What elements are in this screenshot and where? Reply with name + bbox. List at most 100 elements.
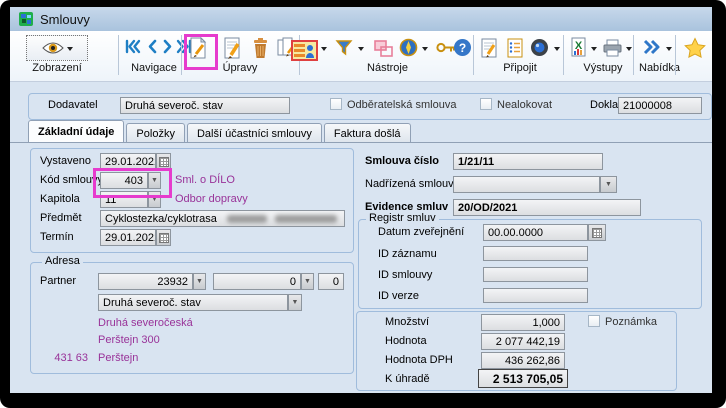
adresa-line1: Druhá severočeská — [98, 317, 193, 329]
chevron-down-icon — [321, 47, 327, 54]
edit-record-button[interactable] — [222, 36, 242, 60]
predmet-value: Cyklostezka/cyklotrasa — [105, 213, 217, 225]
toolbar-separator — [675, 35, 676, 75]
termin-label: Termín — [40, 231, 74, 243]
title-bar: Smlouvy — [10, 7, 712, 32]
svg-text:?: ? — [459, 41, 466, 55]
redacted-text — [275, 215, 337, 223]
hodnota-field[interactable]: 2 077 442,19 — [481, 333, 565, 350]
partner-org1-field[interactable]: 0 — [213, 273, 301, 290]
excel-export-button[interactable]: X — [570, 37, 587, 58]
document-list-icon — [506, 37, 524, 59]
camera-button[interactable] — [530, 38, 549, 57]
id-smlouvy-field[interactable] — [483, 267, 588, 282]
evidence-field[interactable]: 20/OD/2021 — [453, 199, 641, 216]
mnozstvi-field[interactable]: 1,000 — [481, 314, 565, 331]
excel-export-icon: X — [570, 37, 587, 58]
datum-zverejneni-field[interactable]: 00.00.0000 — [483, 224, 588, 241]
print-icon — [602, 39, 623, 57]
toolbar-separator — [473, 35, 474, 75]
note-icon — [480, 37, 498, 59]
smlouva-cislo-label: Smlouva číslo — [365, 155, 439, 167]
print-button[interactable] — [602, 39, 623, 57]
kapitola-info: Odbor dopravy — [175, 193, 248, 205]
nadrizena-dropdown[interactable]: ▼ — [600, 176, 617, 193]
doklad-field[interactable]: 21000008 — [618, 97, 702, 114]
odberatelska-checkbox[interactable] — [330, 98, 342, 110]
compass-icon — [399, 38, 418, 57]
eye-icon — [41, 41, 65, 55]
filter-dropdown[interactable] — [356, 45, 364, 52]
smlouva-cislo-field[interactable]: 1/21/11 — [453, 153, 603, 170]
screenshot-frame: Smlouvy Zobrazení Navigace — [0, 0, 726, 408]
nadrizena-field[interactable] — [453, 176, 600, 193]
next-record-icon — [162, 39, 174, 54]
tab-faktura-dosla[interactable]: Faktura došlá — [324, 123, 411, 143]
view-button[interactable] — [26, 35, 88, 61]
toolbar-group-label: Nabídka — [632, 62, 687, 74]
calendar-icon — [159, 157, 169, 167]
partner-name-dropdown[interactable]: ▼ — [288, 294, 302, 311]
relations-button[interactable] — [374, 40, 393, 57]
partner-name-field[interactable]: Druhá severoč. stav — [98, 294, 288, 311]
browse-table-dropdown[interactable] — [319, 45, 327, 52]
predmet-field[interactable]: Cyklostezka/cyklotrasa — [100, 210, 345, 227]
poznamka-checkbox[interactable] — [588, 315, 600, 327]
browse-table-button[interactable] — [291, 40, 318, 61]
termin-field[interactable]: 29.01.2021 — [100, 229, 156, 246]
camera-dropdown[interactable] — [552, 45, 560, 52]
previous-record-button[interactable] — [146, 39, 158, 54]
id-zaznamu-field[interactable] — [483, 246, 588, 261]
menu-dropdown[interactable] — [664, 45, 672, 52]
filter-button[interactable] — [335, 39, 353, 56]
kapitola-label: Kapitola — [40, 193, 80, 205]
excel-dropdown[interactable] — [589, 45, 597, 52]
toolbar-group-label: Připojit — [475, 62, 565, 74]
menu-button[interactable] — [642, 39, 662, 55]
menu-chevrons-icon — [642, 39, 662, 55]
toolbar-group-label: Navigace — [118, 62, 190, 74]
toolbar-group-label: Výstupy — [563, 62, 643, 74]
partner-code-dropdown[interactable]: ▼ — [193, 273, 206, 290]
adresa-zip: 431 63 — [40, 352, 88, 364]
compass-button[interactable] — [399, 38, 418, 57]
note-button[interactable] — [480, 37, 498, 59]
odberatelska-label: Odběratelská smlouva — [347, 99, 456, 111]
favorites-button[interactable] — [684, 37, 706, 58]
compass-dropdown[interactable] — [420, 45, 428, 52]
datum-zverejneni-label: Datum zveřejnění — [378, 226, 464, 238]
nealokovat-label: Nealokovat — [497, 99, 552, 111]
calendar-icon — [159, 233, 169, 243]
poznamka-label: Poznámka — [605, 316, 657, 328]
hodnota-dph-field[interactable]: 436 262,86 — [481, 352, 565, 369]
nealokovat-checkbox[interactable] — [480, 98, 492, 110]
next-record-button[interactable] — [162, 39, 174, 54]
partner-org1-dropdown[interactable]: ▼ — [301, 273, 314, 290]
tab-zakladni-udaje[interactable]: Základní údaje — [28, 120, 124, 143]
id-verze-label: ID verze — [378, 290, 419, 302]
camera-icon — [530, 38, 549, 57]
hodnota-label: Hodnota — [385, 335, 427, 347]
previous-record-icon — [146, 39, 158, 54]
termin-calendar-button[interactable] — [156, 229, 171, 246]
vystaveno-label: Vystaveno — [40, 155, 91, 167]
partner-code-field[interactable]: 23932 — [98, 273, 193, 290]
annotation-highlight-new-record — [184, 34, 218, 70]
delete-record-button[interactable] — [252, 37, 269, 59]
first-record-button[interactable] — [124, 39, 141, 54]
print-dropdown[interactable] — [624, 45, 632, 52]
chevron-down-icon — [554, 47, 560, 54]
datum-zverejneni-calendar-button[interactable] — [588, 224, 606, 241]
k-uhrade-label: K úhradě — [385, 373, 430, 385]
id-verze-field[interactable] — [483, 288, 588, 303]
toolbar-separator — [181, 35, 182, 75]
tab-dalsi-ucastnici[interactable]: Další účastníci smlouvy — [187, 123, 322, 143]
k-uhrade-field[interactable]: 2 513 705,05 — [478, 369, 568, 388]
dodavatel-field[interactable]: Druhá severoč. stav — [120, 97, 290, 114]
tab-polozky[interactable]: Položky — [126, 123, 185, 143]
partner-org2-field[interactable]: 0 — [318, 273, 344, 290]
help-button[interactable]: ? — [453, 38, 472, 57]
predmet-label: Předmět — [40, 212, 82, 224]
chevron-down-icon — [591, 47, 597, 54]
document-list-button[interactable] — [506, 37, 524, 59]
